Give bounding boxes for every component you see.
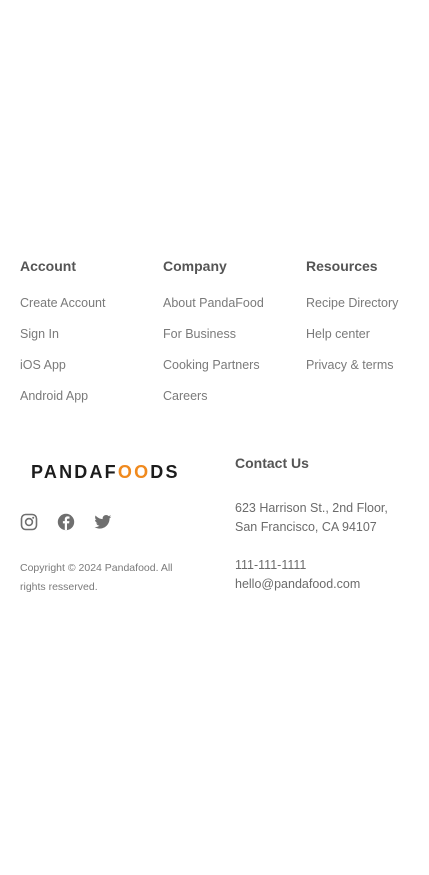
pandafoods-logo[interactable]: PANDAFOODS: [31, 462, 180, 483]
address-line-1: 623 Harrison St., 2nd Floor,: [235, 501, 388, 515]
android-app-link[interactable]: Android App: [20, 387, 160, 405]
twitter-icon[interactable]: [94, 513, 112, 531]
help-center-link[interactable]: Help center: [306, 325, 429, 343]
column-title: Account: [20, 258, 76, 274]
logo-text-accent: OO: [117, 462, 151, 482]
logo-text-prefix: PANDAF: [31, 462, 118, 482]
create-account-link[interactable]: Create Account: [20, 294, 160, 312]
copyright-text: Copyright © 2024 Pandafood. All rights r…: [20, 562, 173, 593]
about-link[interactable]: About PandaFood: [163, 294, 303, 312]
footer-column-resources: Resources Recipe Directory Help center P…: [306, 258, 429, 387]
instagram-icon[interactable]: [20, 513, 38, 531]
column-title: Company: [163, 258, 227, 274]
facebook-icon[interactable]: [57, 513, 75, 531]
contact-title: Contact Us: [235, 455, 309, 471]
careers-link[interactable]: Careers: [163, 387, 303, 405]
contact-section: Contact Us 623 Harrison St., 2nd Floor, …: [235, 455, 420, 594]
address-line-2: San Francisco, CA 94107: [235, 520, 377, 534]
phone-link[interactable]: 111-111-1111: [235, 556, 420, 575]
address: 623 Harrison St., 2nd Floor, San Francis…: [235, 499, 420, 537]
social-links: [20, 513, 112, 531]
recipe-directory-link[interactable]: Recipe Directory: [306, 294, 429, 312]
email-link[interactable]: hello@pandafood.com: [235, 575, 420, 594]
cooking-partners-link[interactable]: Cooking Partners: [163, 356, 303, 374]
sign-in-link[interactable]: Sign In: [20, 325, 160, 343]
footer-column-account: Account Create Account Sign In iOS App A…: [20, 258, 160, 418]
privacy-terms-link[interactable]: Privacy & terms: [306, 356, 429, 374]
footer-column-company: Company About PandaFood For Business Coo…: [163, 258, 303, 418]
column-title: Resources: [306, 258, 378, 274]
for-business-link[interactable]: For Business: [163, 325, 303, 343]
logo-text-suffix: DS: [150, 462, 180, 482]
ios-app-link[interactable]: iOS App: [20, 356, 160, 374]
